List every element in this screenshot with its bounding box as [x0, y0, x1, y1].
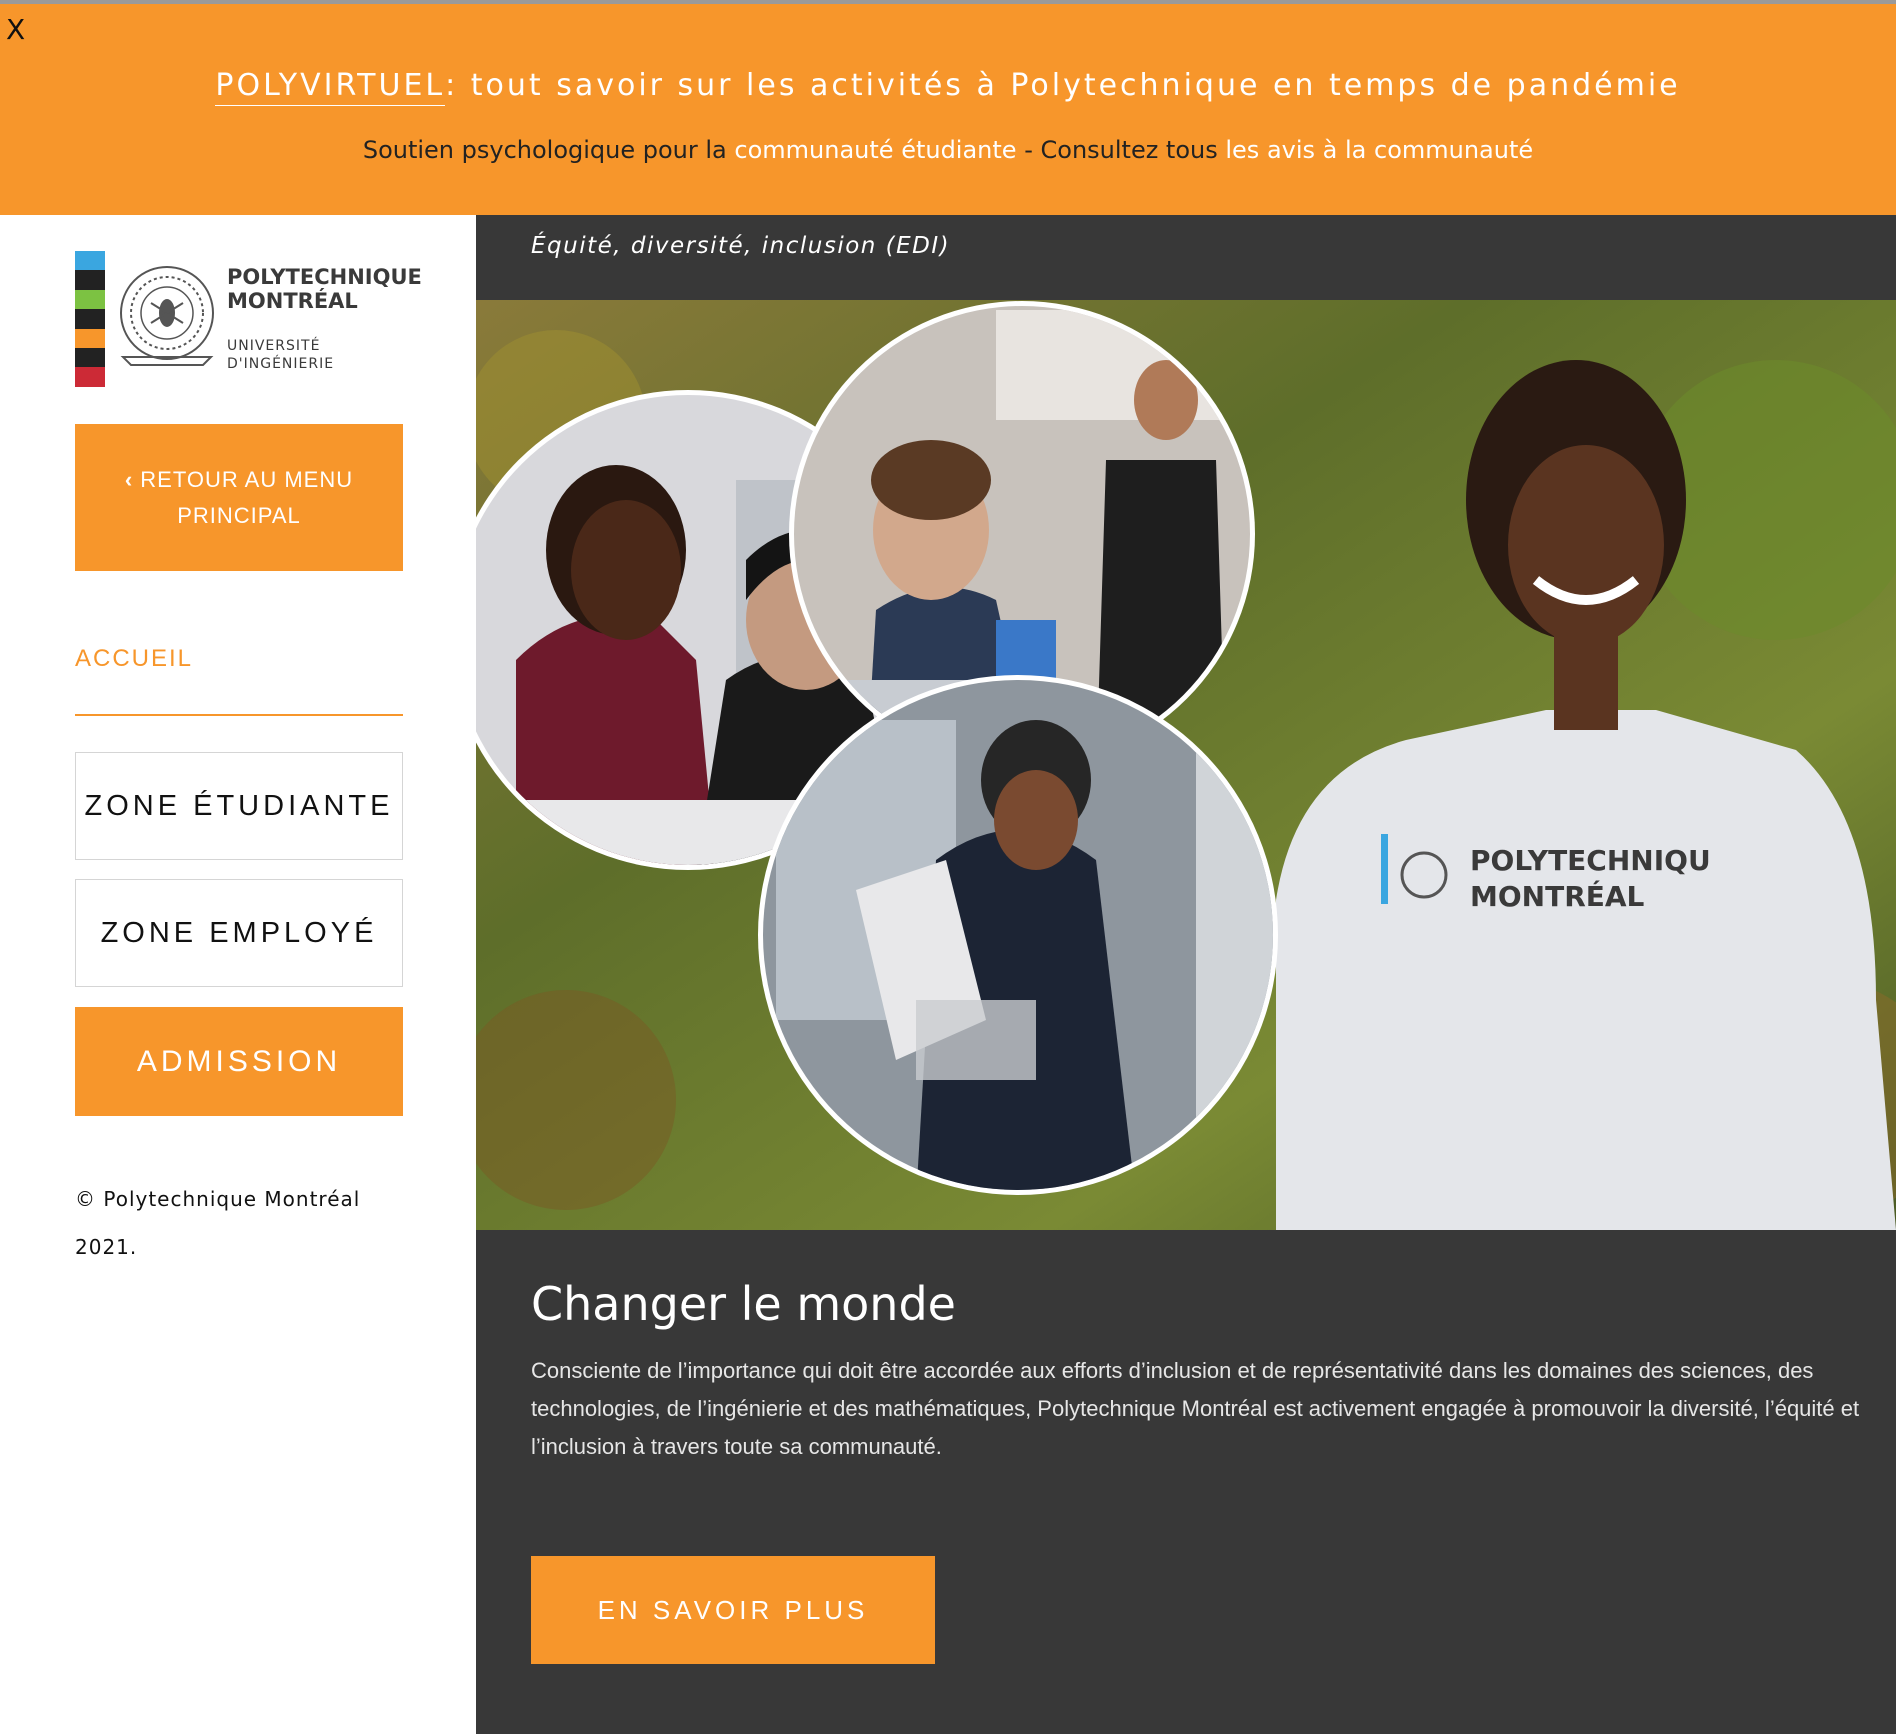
- section-body: Consciente de l’importance qui doit être…: [531, 1358, 1860, 1459]
- copyright-text: © Polytechnique Montréal 2021.: [75, 1187, 361, 1259]
- sidebar: POLYTECHNIQUE MONTRÉAL UNIVERSITÉ D'INGÉNI…: [0, 215, 476, 1734]
- student-community-link[interactable]: communauté étudiante: [734, 136, 1016, 164]
- section-title: Changer le monde: [531, 1277, 956, 1331]
- seal-icon: [120, 266, 214, 366]
- hoodie-text-1: POLYTECHNIQU: [1470, 844, 1711, 877]
- logo-wordmark: POLYTECHNIQUE MONTRÉAL: [227, 265, 422, 313]
- polytechnique-logo[interactable]: POLYTECHNIQUE MONTRÉAL UNIVERSITÉ D'INGÉNI…: [75, 251, 422, 387]
- page-breadcrumb: Équité, diversité, inclusion (EDI): [531, 233, 951, 259]
- admission-button[interactable]: ADMISSION: [75, 1007, 403, 1116]
- home-underline-divider: [75, 714, 403, 716]
- banner-sub-text-2: - Consultez tous: [1016, 136, 1226, 164]
- banner-sub-text-1: Soutien psychologique pour la: [362, 136, 735, 164]
- hero-image: POLYTECHNIQU MONTRÉAL: [476, 300, 1896, 1230]
- chevron-left-icon: ‹: [124, 466, 141, 492]
- student-zone-button[interactable]: ZONE ÉTUDIANTE: [75, 752, 403, 860]
- banner-title-text: : tout savoir sur les activités à Polyte…: [445, 68, 1681, 103]
- logo-tagline: UNIVERSITÉ D'INGÉNIERIE: [227, 338, 335, 372]
- learn-more-button[interactable]: EN SAVOIR PLUS: [531, 1556, 935, 1664]
- nav-home-link[interactable]: ACCUEIL: [75, 645, 193, 673]
- logo-color-bars: [75, 251, 105, 387]
- back-button-text: ‹ RETOUR AU MENU PRINCIPAL: [124, 466, 354, 528]
- main-content: Équité, diversité, inclusion (EDI) POLYT…: [476, 215, 1896, 1734]
- banner-title: POLYVIRTUEL: tout savoir sur les activit…: [0, 68, 1896, 106]
- community-notices-link[interactable]: les avis à la communauté: [1225, 136, 1533, 164]
- back-to-main-menu-button[interactable]: ‹ RETOUR AU MENU PRINCIPAL: [75, 424, 403, 571]
- close-banner-button[interactable]: X: [6, 10, 25, 50]
- announcement-banner: X POLYVIRTUEL: tout savoir sur les activ…: [0, 4, 1896, 215]
- banner-subtitle: Soutien psychologique pour la communauté…: [0, 136, 1896, 164]
- hoodie-text-2: MONTRÉAL: [1470, 879, 1645, 913]
- polyvirtuel-link[interactable]: POLYVIRTUEL: [215, 68, 446, 106]
- employee-zone-button[interactable]: ZONE EMPLOYÉ: [75, 879, 403, 987]
